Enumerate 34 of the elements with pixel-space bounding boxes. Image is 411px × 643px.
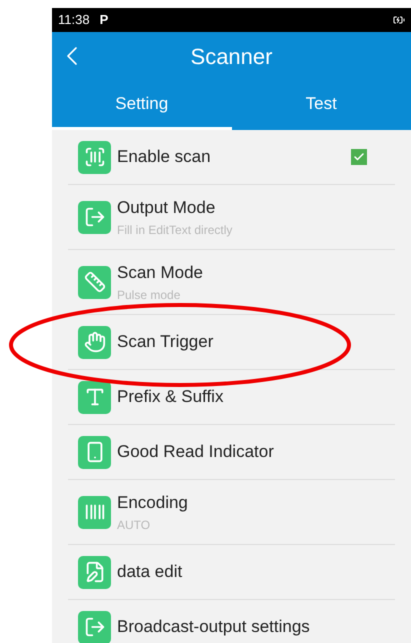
- settings-row[interactable]: data edit: [68, 545, 395, 600]
- ruler-icon: [78, 266, 111, 298]
- checkbox[interactable]: [351, 149, 367, 165]
- phone-icon: [78, 436, 111, 468]
- clock: 11:38: [58, 11, 90, 30]
- setting-title: Output Mode: [117, 197, 216, 220]
- settings-row[interactable]: Scan Trigger: [68, 315, 395, 370]
- setting-title: Prefix & Suffix: [117, 386, 224, 408]
- settings-row[interactable]: Broadcast-output settings: [68, 600, 395, 643]
- header-title: Scanner: [190, 42, 272, 70]
- check-icon: [353, 151, 365, 163]
- setting-title: Scan Mode: [117, 262, 204, 284]
- setting-title: Enable scan: [117, 146, 212, 168]
- setting-title: Broadcast-output settings: [117, 616, 311, 638]
- setting-summary: Pulse mode: [117, 286, 182, 304]
- setting-summary: AUTO: [117, 516, 152, 534]
- settings-row[interactable]: Good Read Indicator: [68, 425, 395, 480]
- setting-title: data edit: [117, 561, 184, 584]
- settings-row[interactable]: Output Mode Fill in EditText directly: [68, 185, 395, 250]
- barcode-icon: [78, 140, 111, 174]
- tab[interactable]: Test: [232, 80, 411, 130]
- barcode-icon: [78, 496, 111, 528]
- notification-glyph: P: [100, 11, 108, 30]
- setting-summary: Fill in EditText directly: [117, 222, 234, 239]
- hand-icon: [78, 326, 111, 358]
- settings-row[interactable]: Enable scan: [68, 130, 395, 185]
- setting-title: Encoding: [117, 492, 189, 514]
- document-pen-icon: [78, 556, 111, 588]
- letter-icon: [78, 380, 111, 414]
- settings-row[interactable]: Prefix & Suffix: [68, 370, 395, 425]
- settings-row[interactable]: Encoding AUTO: [68, 480, 395, 545]
- setting-title: Scan Trigger: [117, 331, 214, 354]
- setting-title: Good Read Indicator: [117, 441, 275, 464]
- settings-row[interactable]: Scan Mode Pulse mode: [68, 250, 395, 315]
